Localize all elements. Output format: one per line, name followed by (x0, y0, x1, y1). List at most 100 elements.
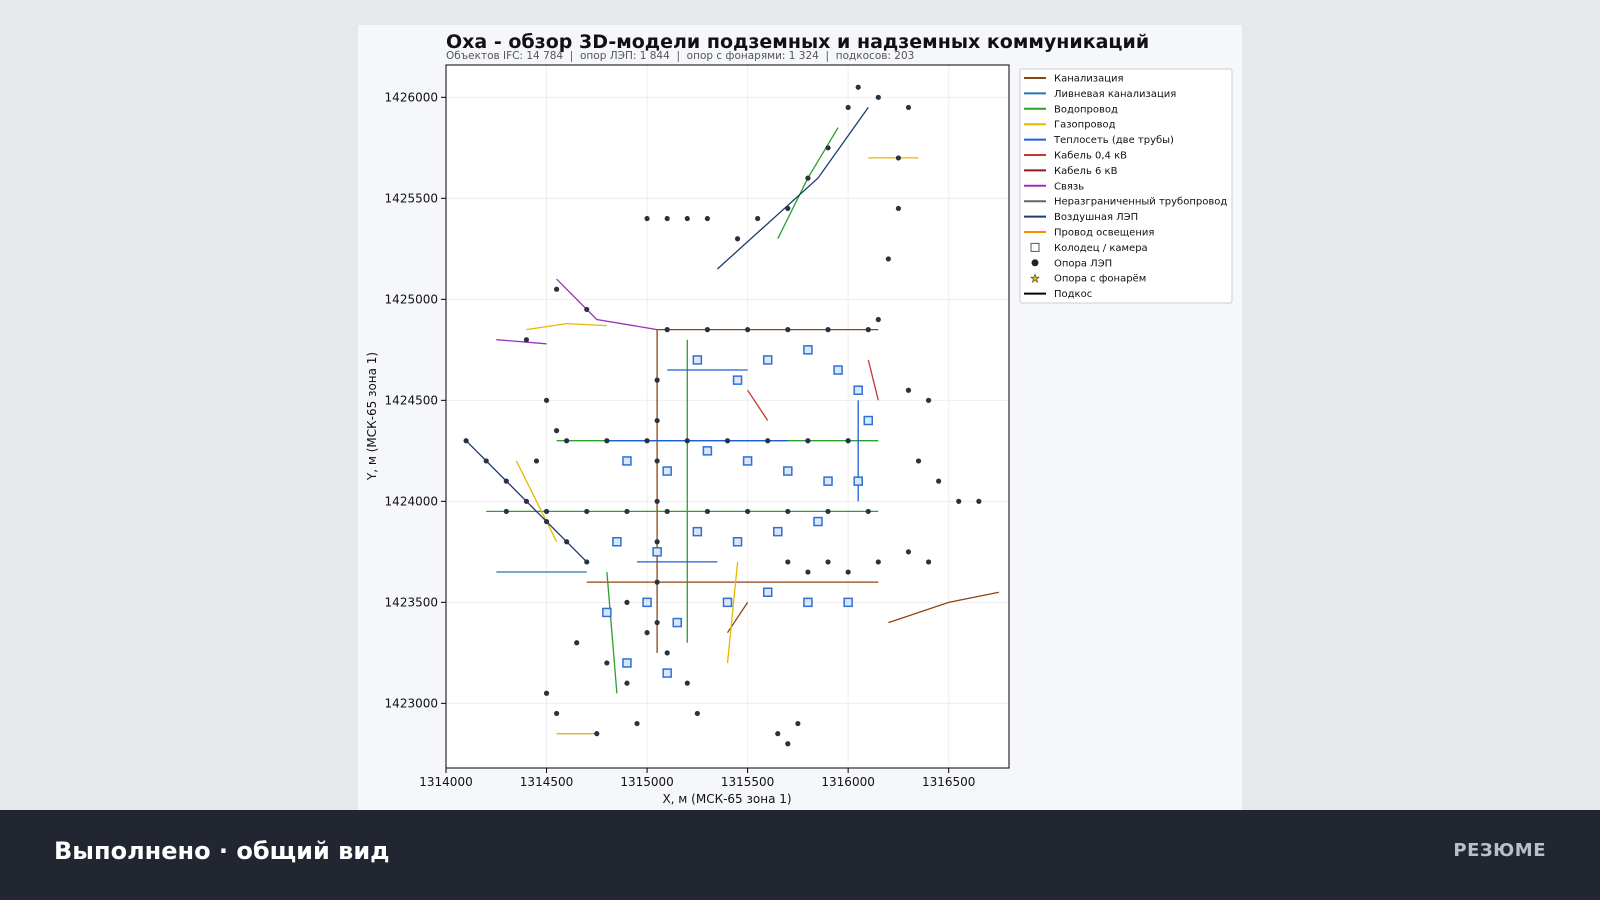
footer-bar: Выполнено · общий вид РЕЗЮМЕ (0, 810, 1600, 900)
power-pole-marker (845, 569, 851, 575)
x-tick-label: 1315000 (620, 775, 673, 789)
power-pole-marker (684, 215, 690, 222)
well-marker (652, 547, 662, 557)
power-pole-marker (654, 539, 660, 545)
legend: Канализация Ливневая канализация Водопрово… (1019, 68, 1233, 304)
power-pole-marker (654, 619, 660, 626)
legend-label: Опора ЛЭП (1054, 258, 1112, 269)
power-pole-marker (785, 205, 791, 212)
legend-square-marker (1030, 242, 1040, 252)
power-pole-marker (905, 104, 912, 111)
well-marker (853, 476, 863, 486)
power-pole-marker (805, 438, 811, 444)
well-marker (783, 466, 793, 476)
power-pole-marker (825, 145, 831, 151)
power-pole-marker (463, 438, 469, 444)
well-marker (722, 597, 733, 608)
y-tick-label: 1423000 (385, 696, 438, 710)
power-pole-marker (795, 720, 801, 727)
y-tick-label: 1425500 (385, 191, 438, 205)
power-pole-marker (644, 630, 650, 636)
well-marker (602, 607, 612, 618)
power-pole-marker (956, 498, 962, 504)
power-pole-marker (785, 559, 791, 565)
legend-circle-marker (1031, 259, 1039, 267)
well-marker (692, 355, 703, 365)
power-pole-marker (654, 417, 660, 424)
legend-label: Ливневая канализация (1054, 89, 1176, 100)
power-pole-marker (694, 710, 700, 717)
power-pole-marker (644, 215, 650, 222)
power-pole-marker (745, 508, 751, 515)
legend-label: Связь (1054, 181, 1084, 192)
power-pole-marker (523, 337, 530, 343)
power-pole-marker (865, 327, 871, 333)
legend-label: Неразграниченный трубопровод (1054, 197, 1227, 208)
power-pole-marker (895, 155, 902, 161)
well-marker (863, 415, 873, 426)
power-pole-marker (664, 650, 670, 656)
power-pole-marker (654, 377, 660, 383)
well-marker (773, 526, 783, 537)
legend-label: Кабель 6 кВ (1054, 166, 1118, 177)
y-tick-label: 1425000 (385, 292, 438, 306)
legend-label: Теплосеть (две трубы) (1053, 135, 1174, 146)
power-pole-marker (624, 680, 630, 686)
power-pole-marker (704, 508, 710, 515)
legend-label: Провод освещения (1054, 228, 1154, 239)
power-pole-marker (845, 104, 851, 111)
power-pole-marker (895, 205, 902, 212)
power-pole-marker (825, 559, 831, 565)
power-pole-marker (805, 175, 811, 181)
power-pole-marker (553, 428, 560, 434)
power-pole-marker (805, 569, 811, 575)
power-pole-marker (624, 599, 630, 605)
well-marker (803, 345, 813, 355)
legend-label: Воздушная ЛЭП (1054, 212, 1138, 223)
power-pole-marker (925, 397, 932, 403)
power-pole-marker (724, 438, 731, 444)
well-marker (662, 668, 672, 678)
legend-label: Колодец / камера (1054, 243, 1148, 254)
well-marker (803, 597, 813, 608)
legend-box (1019, 68, 1233, 304)
section-label: РЕЗЮМЕ (1453, 840, 1546, 861)
power-pole-marker (564, 539, 570, 545)
power-pole-marker (976, 498, 982, 504)
power-pole-marker (634, 720, 640, 727)
well-marker (702, 446, 713, 456)
power-pole-marker (785, 741, 791, 747)
power-pole-marker (584, 559, 590, 565)
x-axis-label: X, м (МСК-65 зона 1) (662, 792, 791, 806)
legend-label: Опора с фонарём (1054, 274, 1146, 285)
power-pole-marker (925, 559, 932, 565)
power-pole-marker (885, 256, 891, 262)
power-pole-marker (644, 438, 650, 444)
plot-area: 1314000 1314500 1315000 1315500 1316000 13165… (385, 64, 1010, 789)
power-pole-marker (845, 438, 851, 444)
well-marker (732, 375, 743, 385)
power-pole-marker (584, 306, 590, 313)
well-marker (612, 536, 622, 547)
legend-label: Канализация (1054, 74, 1124, 85)
power-pole-marker (574, 640, 580, 646)
power-pole-marker (584, 508, 590, 515)
legend-label: Водопровод (1054, 104, 1118, 115)
power-pole-marker (704, 327, 710, 333)
power-pole-marker (654, 498, 660, 504)
legend-label: Подкос (1054, 289, 1092, 300)
power-pole-marker (825, 327, 831, 333)
power-pole-marker (533, 458, 540, 464)
x-tick-label: 1316000 (821, 775, 874, 789)
power-pole-marker (905, 549, 912, 555)
power-pole-marker (543, 508, 550, 515)
power-pole-marker (785, 508, 791, 515)
power-pole-marker (745, 327, 751, 333)
power-pole-marker (543, 397, 550, 403)
x-tick-label: 1315500 (721, 775, 774, 789)
power-pole-marker (553, 286, 560, 292)
power-pole-marker (654, 458, 660, 464)
power-pole-marker (664, 508, 670, 515)
x-tick-label: 1314000 (419, 775, 472, 789)
power-pole-marker (785, 327, 791, 333)
